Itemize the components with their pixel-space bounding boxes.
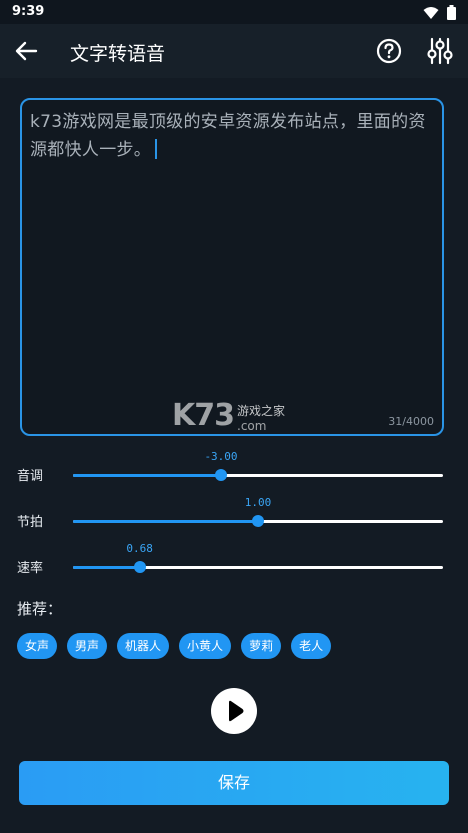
slider-pitch-label: 音调	[17, 469, 44, 484]
arrow-left-icon	[15, 41, 38, 61]
voice-chip-male[interactable]: 男声	[67, 633, 108, 659]
slider-pitch-fill	[73, 474, 221, 477]
play-button[interactable]	[211, 688, 257, 734]
save-button[interactable]: 保存	[19, 761, 449, 805]
status-time: 9:39	[12, 4, 45, 19]
battery-icon	[447, 5, 456, 20]
slider-pitch-track[interactable]: -3.00	[73, 450, 443, 481]
text-caret	[155, 139, 158, 159]
help-button[interactable]	[375, 37, 403, 65]
sliders-icon	[427, 37, 453, 65]
equalizer-settings-button[interactable]	[425, 36, 455, 66]
voice-chip-elder[interactable]: 老人	[291, 633, 332, 659]
slider-rate-track[interactable]: 0.68	[73, 542, 443, 573]
back-button[interactable]	[12, 37, 42, 65]
slider-tempo-value: 1.00	[244, 496, 272, 509]
watermark-com: .com	[237, 419, 267, 433]
wifi-icon	[423, 6, 439, 19]
char-counter: 31/4000	[388, 415, 434, 428]
slider-rate-value: 0.68	[126, 542, 153, 555]
slider-tempo-thumb[interactable]	[252, 515, 264, 527]
page-title: 文字转语音	[70, 43, 166, 65]
app-bar: 文字转语音	[0, 24, 468, 78]
voice-chip-minion[interactable]: 小黄人	[179, 633, 232, 659]
voice-chip-loli[interactable]: 萝莉	[241, 633, 282, 659]
slider-pitch: 音调 -3.00	[0, 450, 468, 495]
voice-chip-list: 女声 男声 机器人 小黄人 萝莉 老人	[17, 633, 332, 659]
slider-pitch-thumb[interactable]	[215, 469, 227, 481]
question-circle-icon	[376, 38, 402, 64]
slider-pitch-value: -3.00	[204, 450, 238, 463]
status-bar: 9:39	[0, 0, 468, 24]
watermark-cn: 游戏之家	[237, 404, 286, 418]
slider-tempo-label: 节拍	[17, 515, 44, 530]
recommend-label: 推荐：	[17, 600, 63, 618]
slider-rate-thumb[interactable]	[133, 561, 146, 573]
voice-chip-robot[interactable]: 机器人	[117, 633, 170, 659]
slider-rate-label: 速率	[17, 561, 44, 576]
slider-rate-fill	[73, 566, 140, 569]
text-input[interactable]: k73游戏网是最顶级的安卓资源发布站点，里面的资源都快人一步。 K73 游戏之家…	[20, 98, 444, 436]
watermark-logo: K73 游戏之家 .com	[172, 398, 285, 433]
text-input-value: k73游戏网是最顶级的安卓资源发布站点，里面的资源都快人一步。	[30, 112, 426, 160]
slider-rate: 速率 0.68	[0, 542, 468, 588]
play-icon	[229, 700, 244, 722]
slider-tempo-fill	[73, 520, 258, 523]
voice-chip-female[interactable]: 女声	[17, 633, 58, 659]
watermark-brand: K73	[172, 398, 235, 433]
slider-tempo-track[interactable]: 1.00	[73, 496, 443, 527]
watermark-side: 游戏之家 .com	[237, 402, 285, 433]
status-icons	[423, 5, 456, 20]
text-input-content[interactable]: k73游戏网是最顶级的安卓资源发布站点，里面的资源都快人一步。	[30, 108, 438, 164]
slider-tempo: 节拍 1.00	[0, 496, 468, 541]
